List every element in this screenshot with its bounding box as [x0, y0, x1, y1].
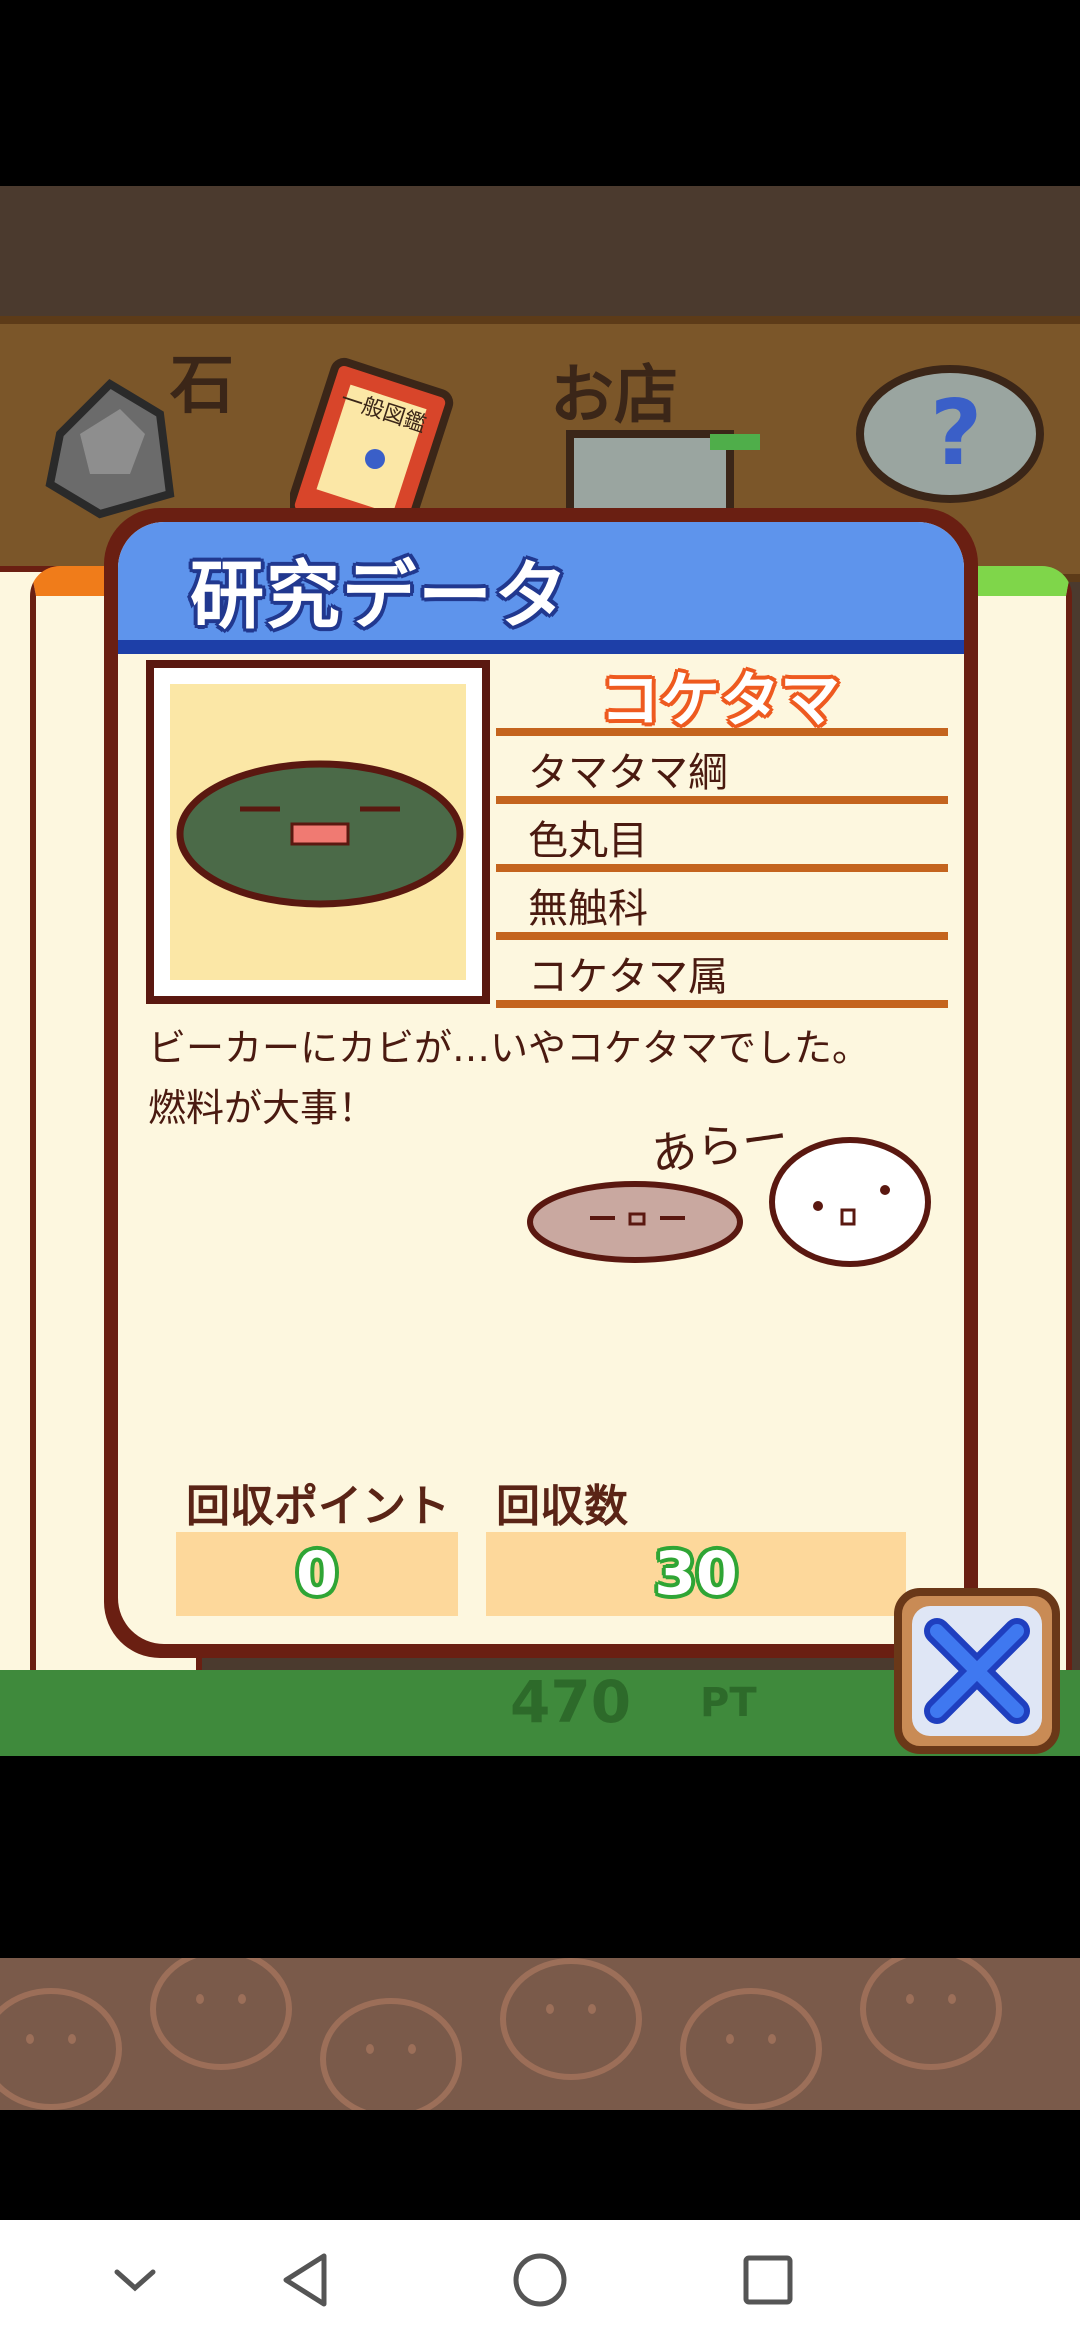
kokedama-creature-image [176, 760, 464, 908]
taxonomy-divider [496, 728, 948, 736]
count-value: 30 [654, 1539, 738, 1609]
system-navigation-bar [0, 2220, 1080, 2340]
chevron-down-icon[interactable] [95, 2240, 175, 2320]
back-triangle-icon[interactable] [268, 2240, 348, 2320]
points-label: 回収ポイント [186, 1481, 450, 1532]
dialog-title: 研究データ [190, 553, 570, 639]
creature-description: ビーカーにカビが…いやコケタマでした。 燃料が大事！ [148, 1018, 928, 1138]
bottom-face-pattern [0, 1958, 1080, 2110]
taxonomy-divider [496, 864, 948, 872]
taxonomy-divider [496, 1000, 948, 1008]
taxonomy-genus: コケタマ属 [528, 954, 728, 1000]
taxonomy-order: 色丸目 [528, 818, 648, 864]
taxonomy-divider [496, 932, 948, 940]
pt-value: 470 [510, 1668, 632, 1736]
description-line-1: ビーカーにカビが…いやコケタマでした。 [148, 1026, 871, 1070]
creature-name: コケタマ [600, 666, 840, 736]
home-circle-icon[interactable] [500, 2240, 580, 2320]
taxonomy-class: タマタマ綱 [528, 750, 728, 796]
stone-menu-label[interactable]: 石 [170, 334, 234, 426]
taxonomy-divider [496, 796, 948, 804]
recents-square-icon[interactable] [728, 2240, 808, 2320]
close-x-icon [912, 1606, 1042, 1736]
points-value: 0 [296, 1539, 338, 1609]
doodle-illustration [527, 1137, 931, 1267]
close-button[interactable] [894, 1588, 1060, 1754]
svg-text:?: ? [930, 381, 982, 486]
description-line-2: 燃料が大事！ [148, 1086, 377, 1130]
count-label: 回収数 [496, 1481, 628, 1532]
shop-menu-label[interactable]: お店 [550, 344, 678, 436]
dialog-header: 研究データ [118, 522, 964, 654]
taxonomy-family: 無触科 [528, 886, 648, 932]
pt-unit: PT [700, 1680, 757, 1726]
creature-portrait [146, 660, 490, 1004]
